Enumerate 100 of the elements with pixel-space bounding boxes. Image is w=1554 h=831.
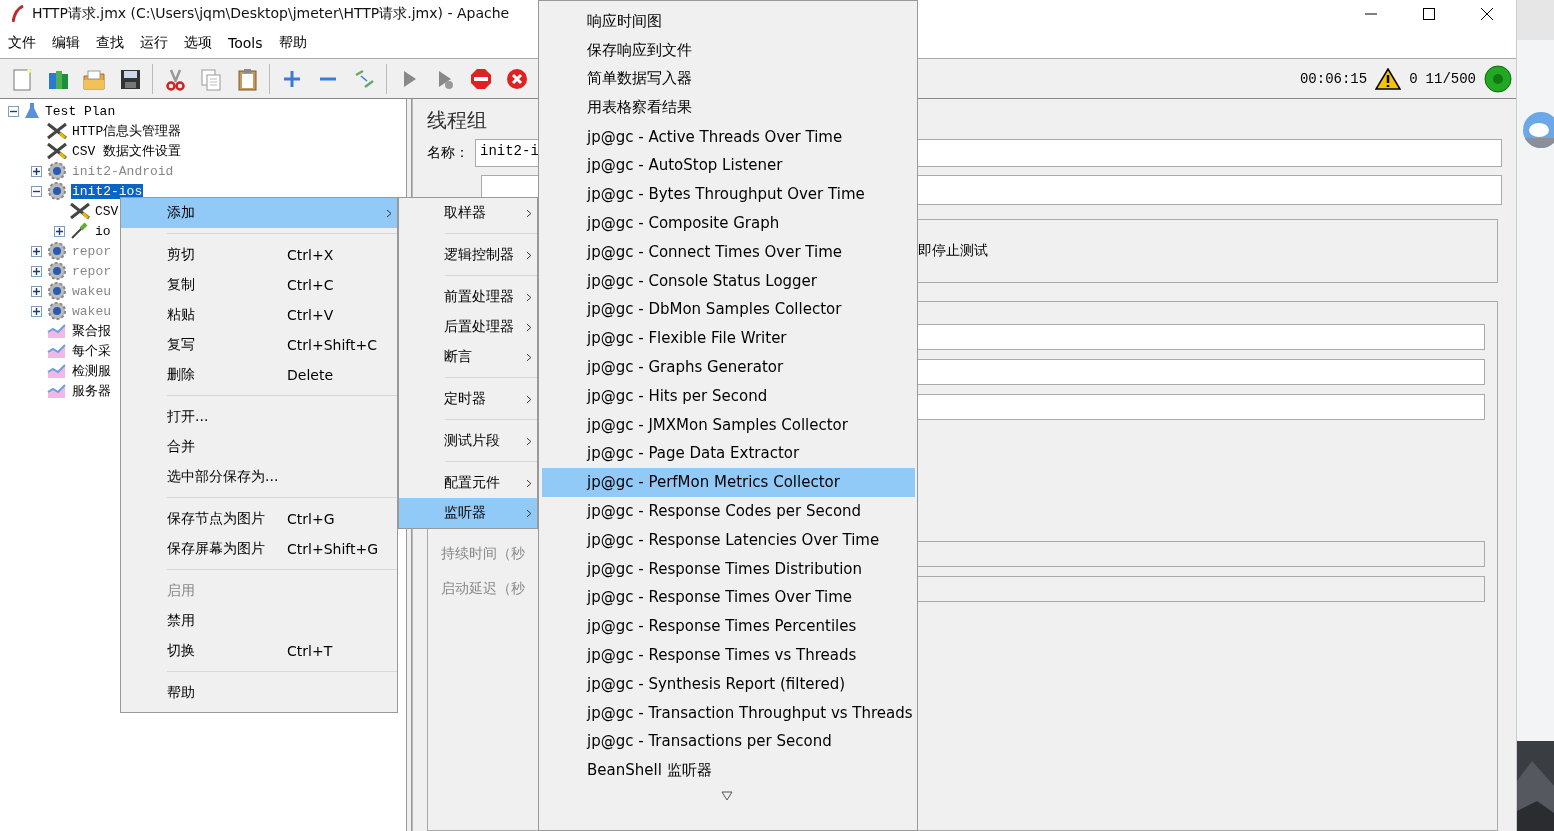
menu-item[interactable]: 保存屏幕为图片 Ctrl+Shift+G	[121, 534, 397, 564]
chevron-icon	[526, 322, 532, 332]
menu-item[interactable]: jp@gc - Transaction Throughput vs Threads	[542, 698, 915, 727]
menu-item[interactable]: 剪切 Ctrl+X	[121, 240, 397, 270]
tree-item[interactable]: HTTP信息头管理器	[71, 122, 183, 140]
menu-item[interactable]: 监听器	[399, 498, 537, 528]
menu-item[interactable]: 帮助	[121, 678, 397, 708]
panel-title: 线程组	[427, 107, 487, 134]
menu-item[interactable]: jp@gc - Graphs Generator	[542, 352, 915, 382]
menu-item[interactable]: jp@gc - Page Data Extractor	[542, 438, 915, 468]
menu-item[interactable]: 取样器	[399, 198, 537, 228]
menu-item[interactable]: 响应时间图	[542, 7, 915, 36]
feather-icon	[12, 5, 24, 23]
tree-item[interactable]: 服务器	[71, 382, 112, 400]
tree-item[interactable]: 聚合报	[71, 322, 112, 340]
scroll-down-icon[interactable]	[721, 790, 733, 801]
gear-icon	[46, 162, 68, 180]
menu-item[interactable]: jp@gc - Response Times Over Time	[542, 582, 915, 612]
chevron-icon	[386, 208, 392, 218]
option-label: 即停止测试	[918, 242, 988, 260]
chevron-icon	[526, 208, 532, 218]
tab-strip	[1517, 0, 1554, 40]
menu-item[interactable]: jp@gc - Transactions per Second	[542, 726, 915, 756]
graph-icon	[46, 343, 68, 359]
menu-item[interactable]: 选中部分保存为...	[121, 462, 397, 492]
menu-item[interactable]: jp@gc - JMXMon Samples Collector	[542, 410, 915, 439]
menu-item[interactable]: Tools	[220, 35, 271, 51]
chevron-icon	[526, 436, 532, 446]
warning-icon[interactable]	[1375, 67, 1402, 90]
menu-item[interactable]: 粘贴 Ctrl+V	[121, 300, 397, 330]
menu-item[interactable]: jp@gc - Response Times vs Threads	[542, 640, 915, 670]
menu-item[interactable]: jp@gc - Bytes Throughput Over Time	[542, 179, 915, 209]
menu-item[interactable]: 简单数据写入器	[542, 64, 915, 94]
menu-item[interactable]: 运行	[132, 34, 176, 52]
thread-count: 11/500	[1425, 70, 1476, 87]
menu-item[interactable]: jp@gc - PerfMon Metrics Collector	[542, 467, 915, 497]
tree-item[interactable]: init2-ios	[71, 183, 144, 199]
menu-item[interactable]: jp@gc - Flexible File Writer	[542, 323, 915, 353]
menu-item[interactable]: 选项	[176, 34, 220, 52]
elapsed-time: 00:06:15	[1299, 70, 1368, 87]
menu-item[interactable]: BeanShell 监听器	[542, 755, 915, 785]
menu-item[interactable]: jp@gc - Synthesis Report (filtered)	[542, 669, 915, 699]
chevron-icon	[526, 394, 532, 404]
menu-item[interactable]: 帮助	[270, 34, 315, 52]
menu-item[interactable]: jp@gc - Composite Graph	[542, 208, 915, 238]
field-label: 名称：	[427, 144, 469, 162]
menu-item[interactable]: jp@gc - Response Times Distribution	[542, 554, 915, 583]
collapse-toggle[interactable]	[8, 105, 19, 117]
menu-item[interactable]: 后置处理器	[399, 312, 537, 342]
menu-item[interactable]: jp@gc - DbMon Samples Collector	[542, 294, 915, 324]
menu-item[interactable]: 断言	[399, 342, 537, 372]
menu-item[interactable]: 逻辑控制器	[399, 240, 537, 270]
menu-item[interactable]: 文件	[0, 34, 44, 52]
menu-item[interactable]: jp@gc - Response Codes per Second	[542, 496, 915, 526]
field-label: 启动延迟（秒	[441, 580, 526, 598]
gear-icon	[46, 182, 68, 200]
flask-icon	[23, 102, 41, 120]
menu-item[interactable]: 查找	[88, 34, 132, 52]
plus-icon	[56, 227, 63, 235]
menu-item[interactable]: 保存节点为图片 Ctrl+G	[121, 504, 397, 534]
menu-item[interactable]: 合并	[121, 432, 397, 462]
menu-item[interactable]: 禁用	[121, 606, 397, 636]
tree-item[interactable]: CSV	[94, 203, 120, 219]
menu-item[interactable]: jp@gc - Response Latencies Over Time	[542, 525, 915, 555]
tree-item[interactable]: CSV 数据文件设置	[71, 142, 183, 160]
gear-icon	[46, 262, 68, 280]
plus-icon	[33, 267, 40, 275]
wrench-icon	[46, 142, 68, 160]
window-title: HTTP请求.jmx (C:\Users\jqm\Desktop\jmeter\HTTP请求.jmx) - Apache	[32, 5, 510, 23]
menu-item[interactable]: 定时器	[399, 384, 537, 414]
menu-item[interactable]: 测试片段	[399, 426, 537, 456]
chevron-icon	[526, 250, 532, 260]
menu-item[interactable]: jp@gc - Console Status Logger	[542, 266, 915, 295]
tree-item[interactable]: 检测服	[71, 362, 112, 380]
menu-item[interactable]: 复写 Ctrl+Shift+C	[121, 330, 397, 360]
wrench-icon	[69, 202, 91, 220]
field-label: 持续时间（秒	[441, 545, 526, 563]
menu-item[interactable]: 编辑	[44, 34, 88, 52]
menu-item[interactable]: 前置处理器	[399, 282, 537, 312]
menu-item[interactable]: 保存响应到文件	[542, 35, 915, 65]
menu-item[interactable]: 用表格察看结果	[542, 93, 915, 123]
chevron-icon	[526, 508, 532, 518]
chevron-icon	[526, 478, 532, 488]
tree-item[interactable]: 每个采	[71, 342, 112, 360]
menu-item[interactable]: 配置元件	[399, 468, 537, 498]
menu-item[interactable]: jp@gc - Hits per Second	[542, 381, 915, 411]
collapse-toggle[interactable]	[31, 185, 42, 197]
menu-item[interactable]: jp@gc - Connect Times Over Time	[542, 237, 915, 267]
chevron-icon	[526, 352, 532, 362]
menu-item[interactable]: 打开...	[121, 402, 397, 432]
menu-item[interactable]: jp@gc - Response Times Percentiles	[542, 611, 915, 641]
menu-item[interactable]: 切换 Ctrl+T	[121, 636, 397, 666]
menu-item[interactable]: 添加	[121, 198, 397, 228]
menu-item[interactable]: 复制 Ctrl+C	[121, 270, 397, 300]
chevron-icon	[526, 292, 532, 302]
tree-item[interactable]: Test Plan	[44, 103, 117, 119]
graph-icon	[46, 323, 68, 339]
menu-item[interactable]: 删除 Delete	[121, 360, 397, 390]
tree-item[interactable]: io	[94, 223, 112, 239]
expand-toggle[interactable]	[54, 225, 65, 237]
